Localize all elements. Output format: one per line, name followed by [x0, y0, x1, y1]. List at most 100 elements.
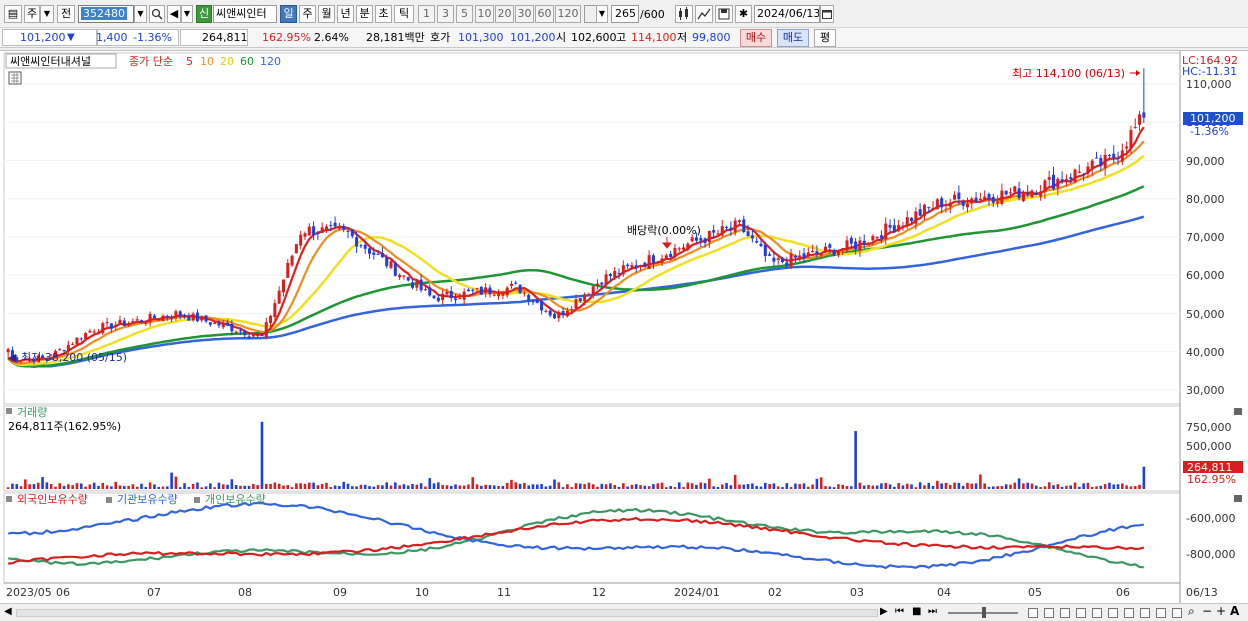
interval-3-button[interactable]: 3	[437, 5, 454, 23]
x-axis-right-label: 06/13	[1186, 586, 1218, 599]
volume-bar	[574, 483, 578, 489]
candle-body	[707, 231, 711, 243]
volume-bar	[320, 484, 324, 489]
volume-bar	[583, 484, 586, 489]
volume-bar	[389, 485, 393, 489]
volume-bar	[535, 484, 539, 489]
period-month-button[interactable]: 월	[318, 5, 335, 23]
candle-body	[673, 248, 677, 257]
fast-forward-icon[interactable]: ⏭	[928, 606, 937, 617]
window-menu-icon[interactable]: ▤	[4, 5, 22, 23]
interval-30-button[interactable]: 30	[515, 5, 534, 23]
volume-bar	[458, 485, 462, 489]
period-day-button[interactable]: 일	[280, 5, 297, 23]
layout-7-icon[interactable]	[1124, 608, 1134, 618]
font-size-icon[interactable]: A	[1230, 604, 1239, 618]
interval-10-button[interactable]: 10	[475, 5, 494, 23]
candle-type-icon[interactable]	[675, 5, 693, 23]
candle-body	[299, 234, 303, 246]
volume-panel-close-icon[interactable]	[1234, 408, 1242, 415]
scroll-right-icon[interactable]: ▶	[880, 606, 888, 617]
volume-bar	[974, 483, 978, 489]
layout-6-icon[interactable]	[1108, 608, 1118, 618]
period-tick-button[interactable]: 틱	[394, 5, 414, 23]
calendar-icon[interactable]	[820, 5, 834, 23]
zoom-in-icon[interactable]: +	[1216, 604, 1226, 618]
zoom-fit-icon[interactable]: ⌕	[1188, 604, 1195, 619]
buy-button[interactable]: 매수	[740, 29, 772, 47]
layout-2-icon[interactable]	[1044, 608, 1054, 618]
holdings-panel-close-icon[interactable]	[1234, 495, 1242, 502]
candle-body	[690, 237, 694, 242]
period-week-button[interactable]: 주	[299, 5, 316, 23]
volume-panel-frame	[3, 405, 1181, 492]
volume-bar	[720, 484, 724, 489]
sound-icon[interactable]: ◀	[167, 5, 181, 23]
layout-5-icon[interactable]	[1092, 608, 1102, 618]
volume-bar	[307, 482, 311, 489]
volume-bar	[1004, 484, 1008, 489]
scroll-left-icon[interactable]: ◀	[4, 606, 12, 617]
volume-bar	[910, 484, 913, 489]
period-minute-button[interactable]: 분	[356, 5, 373, 23]
candle-body	[583, 294, 587, 301]
volume-bar	[492, 485, 496, 489]
period-type-select[interactable]: 주	[24, 5, 40, 23]
interval-20-button[interactable]: 20	[495, 5, 514, 23]
interval-dropdown-icon[interactable]: ▼	[596, 5, 608, 23]
volume-bar	[187, 486, 191, 489]
layout-1-icon[interactable]	[1028, 608, 1038, 618]
save-icon[interactable]	[715, 5, 733, 23]
candle-body	[324, 226, 328, 230]
count-input[interactable]: 265	[611, 5, 639, 23]
layout-8-icon[interactable]	[1140, 608, 1150, 618]
candle-body	[84, 333, 88, 340]
volume-bar	[346, 483, 350, 489]
interval-60-button[interactable]: 60	[535, 5, 554, 23]
volume-bar	[316, 485, 320, 489]
bid-ask-label: 호가	[430, 31, 451, 44]
layout-4-icon[interactable]	[1076, 608, 1086, 618]
prev-button[interactable]: 전	[57, 5, 75, 23]
candle-body	[944, 204, 948, 206]
volume-bar	[79, 483, 83, 489]
layout-10-icon[interactable]	[1172, 608, 1182, 618]
sound-dropdown-icon[interactable]: ▼	[181, 5, 193, 23]
volume-bar	[127, 485, 130, 489]
volume-bar	[54, 486, 57, 489]
interval-120-button[interactable]: 120	[555, 5, 581, 23]
zoom-slider-handle[interactable]	[982, 607, 986, 618]
vol-y-tick: 750,000	[1186, 421, 1232, 434]
stock-code-input[interactable]: 352480	[78, 5, 134, 23]
horizontal-scrollbar[interactable]	[16, 609, 878, 617]
volume-bar	[58, 483, 62, 489]
volume-bar	[802, 483, 806, 489]
layout-9-icon[interactable]	[1156, 608, 1166, 618]
code-dropdown-icon[interactable]: ▼	[134, 5, 147, 23]
candle-body	[195, 312, 199, 322]
gear-icon[interactable]: ✱	[735, 5, 752, 23]
line-tool-icon[interactable]	[695, 5, 713, 23]
stop-icon[interactable]: ■	[912, 606, 921, 617]
date-input[interactable]: 2024/06/13	[754, 5, 820, 23]
zoom-out-icon[interactable]: −	[1202, 604, 1212, 618]
layout-3-icon[interactable]	[1060, 608, 1070, 618]
interval-1-button[interactable]: 1	[418, 5, 435, 23]
period-year-button[interactable]: 년	[337, 5, 354, 23]
rewind-icon[interactable]: ⏮	[895, 606, 904, 617]
volume-bar	[854, 431, 857, 489]
candle-body	[978, 198, 982, 200]
volume-bar	[480, 485, 483, 489]
volume-bar	[815, 478, 819, 489]
volume-bar	[1099, 485, 1103, 489]
period-second-button[interactable]: 초	[375, 5, 392, 23]
stock-name-field[interactable]: 씨앤씨인터	[213, 5, 277, 23]
chart-canvas[interactable]: 씨앤씨인터내셔널 종가 단순 5 10 20 60 120 최고 114,100…	[0, 51, 1248, 604]
chevron-down-icon[interactable]: ▼	[40, 5, 54, 23]
evaluation-button[interactable]: 평	[814, 29, 836, 47]
search-icon[interactable]	[149, 5, 165, 23]
ma120-label: 120	[260, 55, 281, 68]
candle-body	[897, 225, 901, 231]
interval-5-button[interactable]: 5	[456, 5, 473, 23]
sell-button[interactable]: 매도	[777, 29, 809, 47]
